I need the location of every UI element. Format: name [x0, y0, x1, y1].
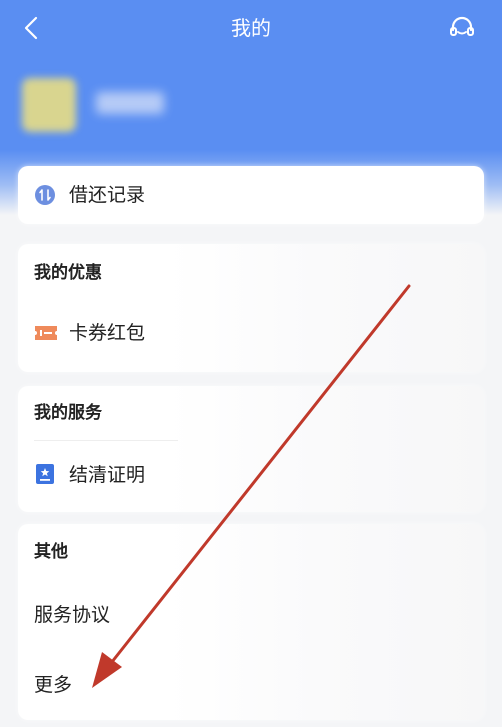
other-title: 其他: [34, 542, 68, 562]
my-services-title: 我的服务: [34, 403, 102, 423]
my-services-card: 我的服务 结清证明: [18, 386, 484, 512]
page-title: 我的: [231, 16, 271, 40]
certificate-icon: [36, 464, 54, 484]
divider: [34, 440, 178, 441]
settlement-certificate-label: 结清证明: [69, 464, 146, 486]
borrow-records-card[interactable]: 借还记录: [18, 166, 484, 224]
more-row[interactable]: 更多: [18, 656, 484, 712]
username: [96, 92, 164, 114]
service-agreement-row[interactable]: 服务协议: [18, 586, 484, 642]
service-agreement-label: 服务协议: [34, 604, 111, 626]
more-label: 更多: [34, 674, 73, 696]
avatar[interactable]: [22, 78, 76, 132]
borrow-records-label: 借还记录: [69, 184, 146, 206]
coupons-row[interactable]: 卡券红包: [18, 306, 484, 362]
coupons-label: 卡券红包: [69, 322, 146, 344]
exchange-icon: [35, 185, 55, 205]
ticket-icon: [35, 326, 57, 340]
other-card: 其他 服务协议 更多: [18, 524, 484, 720]
my-offers-title: 我的优惠: [34, 263, 102, 283]
settlement-certificate-row[interactable]: 结清证明: [18, 446, 484, 502]
customer-service-icon[interactable]: [446, 12, 478, 44]
my-offers-card: 我的优惠 卡券红包: [18, 244, 484, 372]
